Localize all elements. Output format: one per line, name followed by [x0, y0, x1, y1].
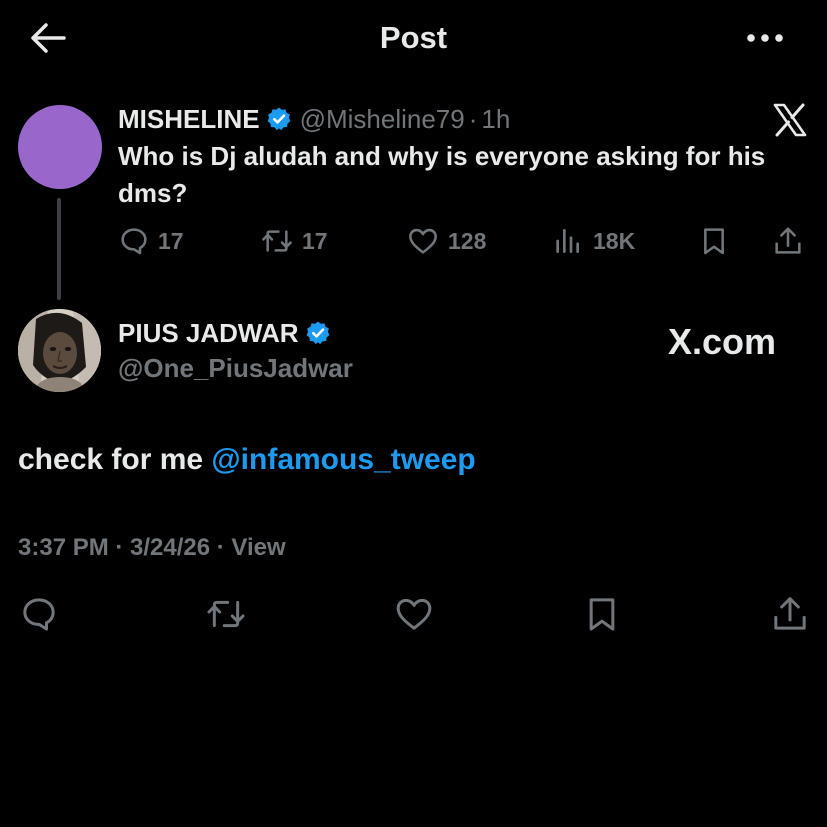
heart-icon: [396, 598, 432, 630]
post-timestamp[interactable]: 3:37 PM · 3/24/26 · View: [18, 530, 286, 566]
profile-photo: [18, 309, 101, 392]
share-icon: [775, 227, 801, 254]
verified-badge-icon: [305, 320, 331, 346]
heart-icon: [409, 228, 437, 254]
x-com-watermark: X.com: [668, 321, 777, 362]
mention-link[interactable]: @infamous_tweep: [211, 443, 475, 476]
more-horizontal-icon: [747, 34, 783, 42]
reply-count-button[interactable]: 17: [118, 222, 184, 260]
reply-icon: [121, 228, 147, 255]
display-name[interactable]: PIUS JADWAR: [118, 318, 299, 349]
page-title: Post: [379, 20, 448, 55]
view-count: 18K: [593, 227, 636, 254]
like-button[interactable]: [392, 592, 436, 636]
reply-button[interactable]: [17, 592, 61, 636]
more-options-button[interactable]: [740, 18, 790, 58]
reply-post-name-row: PIUS JADWAR: [118, 315, 339, 351]
repost-icon: [262, 230, 292, 252]
reply-count: 17: [158, 227, 184, 254]
display-name[interactable]: MISHELINE: [118, 104, 260, 135]
avatar[interactable]: [18, 309, 101, 392]
bookmark-icon: [704, 228, 724, 255]
post-time[interactable]: 1h: [481, 104, 510, 135]
reply-text-prefix: check for me: [18, 443, 212, 476]
handle[interactable]: @Misheline79: [300, 104, 465, 135]
parent-post-text: Who is Dj aludah and why is everyone ask…: [118, 141, 766, 208]
share-button[interactable]: [772, 222, 812, 260]
arrow-left-icon: [31, 23, 66, 53]
thread-connector-line: [57, 198, 61, 300]
separator-dot: ·: [468, 103, 478, 134]
share-icon: [774, 597, 806, 630]
views-icon: [556, 229, 579, 253]
view-count-button[interactable]: 18K: [553, 222, 635, 260]
like-count-button[interactable]: 128: [406, 222, 486, 260]
reply-icon: [23, 598, 55, 631]
bookmark-icon: [589, 598, 615, 631]
like-count: 128: [448, 227, 487, 254]
repost-count-button[interactable]: 17: [260, 222, 328, 260]
verified-badge-icon: [266, 106, 292, 132]
back-button[interactable]: [26, 18, 70, 58]
repost-button[interactable]: [204, 592, 248, 636]
handle[interactable]: @One_PiusJadwar: [118, 350, 353, 386]
reply-post-text: check for me @infamous_tweep: [18, 440, 476, 480]
bookmark-button[interactable]: [580, 592, 624, 636]
bookmark-button[interactable]: [698, 222, 738, 260]
share-button[interactable]: [768, 592, 812, 636]
x-logo-icon: [770, 100, 810, 140]
repost-count: 17: [302, 227, 328, 254]
repost-icon: [207, 600, 245, 628]
parent-post-header: MISHELINE @Misheline79 · 1h: [118, 101, 510, 137]
avatar[interactable]: [18, 105, 102, 189]
